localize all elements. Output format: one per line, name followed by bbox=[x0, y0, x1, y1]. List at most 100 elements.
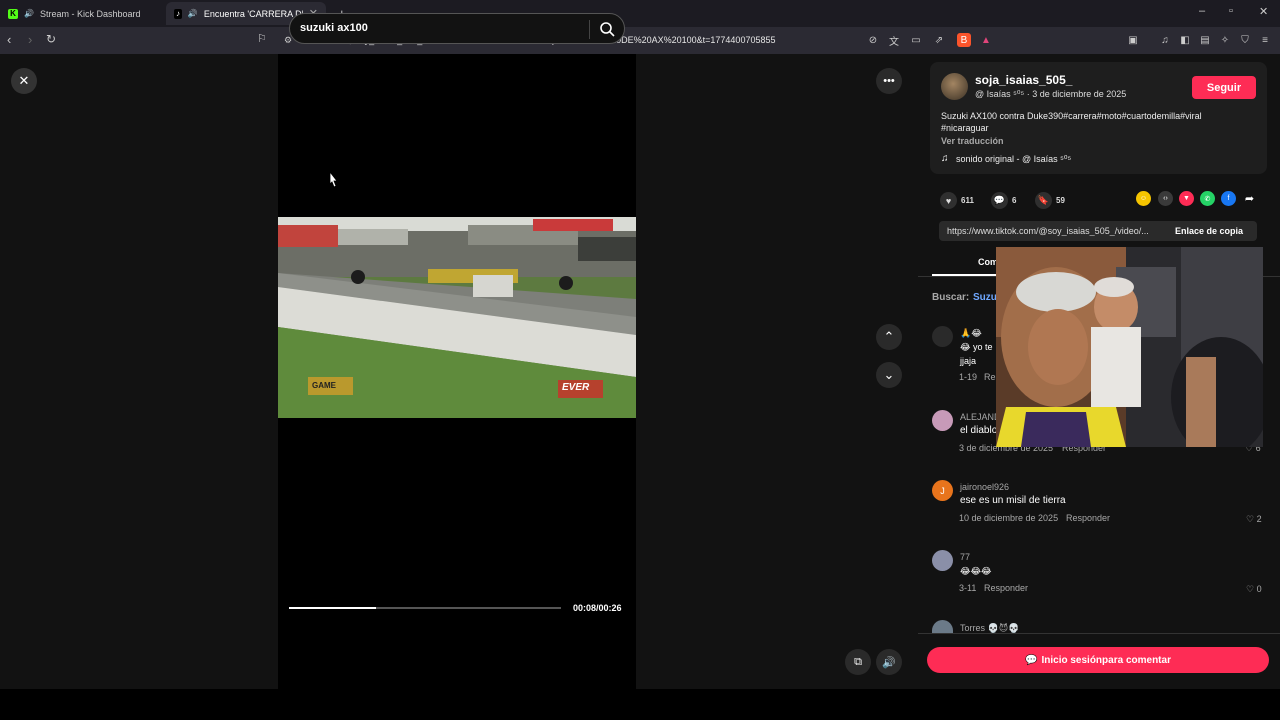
browser-tab-bar: K 🔊 Stream - Kick Dashboard ♪ 🔊 Encuentr… bbox=[0, 0, 1280, 27]
bookmark-icon[interactable]: ⚐ bbox=[257, 32, 267, 45]
embed-share-icon[interactable]: ‹› bbox=[1158, 191, 1173, 206]
search-box[interactable]: suzuki ax100 bbox=[289, 13, 625, 44]
like-count: 611 bbox=[961, 196, 974, 205]
like-stat[interactable]: ♥ 611 bbox=[940, 192, 974, 209]
menu-icon[interactable]: ≡ bbox=[1258, 33, 1272, 47]
comment-avatar[interactable]: J bbox=[932, 480, 953, 501]
bookmark-icon: 🔖 bbox=[1035, 192, 1052, 209]
search-term-link[interactable]: Suzu bbox=[973, 292, 997, 303]
leo-ai-icon[interactable]: ✧ bbox=[1218, 33, 1232, 47]
tab-comments[interactable]: Com bbox=[978, 257, 998, 267]
video-player[interactable]: GAME EVER bbox=[278, 217, 636, 418]
comment-emoji-name: 🙏😂 bbox=[960, 328, 982, 338]
brave-rewards-icon[interactable]: ▲ bbox=[979, 33, 993, 47]
address-toolbar: ‹ › ↻ ⚐ ⚙ tiktok.com/@soy_isaias_505_/vi… bbox=[0, 27, 1280, 54]
cast-icon[interactable]: ▭ bbox=[909, 33, 923, 47]
comment-avatar[interactable] bbox=[932, 410, 953, 431]
back-icon[interactable]: ‹ bbox=[7, 32, 11, 47]
reply-link[interactable]: Responder bbox=[984, 583, 1028, 593]
comment-avatar[interactable] bbox=[932, 326, 953, 347]
wallet-icon[interactable]: ▤ bbox=[1198, 33, 1212, 47]
follow-button[interactable]: Seguir bbox=[1192, 76, 1256, 99]
save-stat[interactable]: 🔖 59 bbox=[1035, 192, 1065, 209]
comment-text: 😂😂😂 bbox=[960, 566, 992, 576]
footer-divider bbox=[918, 633, 1280, 634]
more-share-icon[interactable]: ➦ bbox=[1242, 191, 1257, 206]
reply-link[interactable]: Responder bbox=[1066, 513, 1110, 523]
tab-kick-dashboard[interactable]: K 🔊 Stream - Kick Dashboard bbox=[0, 2, 163, 25]
login-label: Inicio sesiónpara comentar bbox=[1041, 654, 1171, 666]
video-time: 00:08/00:26 bbox=[573, 603, 622, 613]
more-options-icon[interactable]: ••• bbox=[876, 68, 902, 94]
music-note-icon: ♫ bbox=[941, 153, 949, 164]
kick-logo-icon: K bbox=[8, 8, 18, 19]
comment-like[interactable]: ♡ 2 bbox=[1246, 514, 1262, 525]
comment-username[interactable]: ALEJAND bbox=[960, 412, 1001, 422]
comment-date: 3-11 bbox=[959, 583, 977, 593]
comment-text-2: jjaja bbox=[960, 356, 977, 366]
split-view-icon[interactable]: ◧ bbox=[1178, 33, 1192, 47]
comment-username[interactable]: jaironoel926 bbox=[960, 482, 1009, 492]
maximize-button[interactable]: ▫ bbox=[1229, 5, 1233, 17]
search-prefix: Buscar: bbox=[932, 292, 970, 303]
speaker-icon: 🔊 bbox=[24, 9, 34, 18]
comment-count: 6 bbox=[1012, 196, 1017, 205]
comment-text: el diablo bbox=[960, 425, 998, 436]
close-window-button[interactable]: ✕ bbox=[1259, 5, 1268, 18]
facebook-share-icon[interactable]: f bbox=[1221, 191, 1236, 206]
tab-label: Stream - Kick Dashboard bbox=[39, 8, 141, 19]
search-divider bbox=[589, 20, 590, 39]
video-watermark-right: EVER bbox=[562, 382, 590, 393]
save-count: 59 bbox=[1056, 196, 1065, 205]
comment-text: 😂 yo te bbox=[960, 342, 993, 352]
comment-date: 10 de diciembre de 2025 bbox=[959, 513, 1059, 523]
speaker-icon: 🔊 bbox=[187, 9, 198, 18]
search-input[interactable]: suzuki ax100 bbox=[300, 22, 368, 34]
translate-icon[interactable]: 文 bbox=[887, 33, 901, 48]
next-video-button[interactable]: ⌄ bbox=[876, 362, 902, 388]
tab-label: Encuentra 'CARRERA DE AX 1 bbox=[203, 8, 303, 19]
comment-avatar[interactable] bbox=[932, 550, 953, 571]
author-avatar[interactable] bbox=[941, 73, 968, 100]
reader-off-icon[interactable]: ⊘ bbox=[866, 33, 880, 47]
whatsapp-share-icon[interactable]: ✆ bbox=[1200, 191, 1215, 206]
sound-link[interactable]: sonido original - @ Isaías ⁵⁰⁵ bbox=[956, 154, 1071, 165]
media-icon[interactable]: ♫ bbox=[1158, 33, 1172, 47]
forward-icon[interactable]: › bbox=[28, 32, 32, 47]
login-to-comment-button[interactable]: 💬 Inicio sesiónpara comentar bbox=[927, 647, 1269, 673]
share-page-icon[interactable]: ⇗ bbox=[932, 33, 946, 47]
tiktok-logo-icon: ♪ bbox=[174, 8, 182, 19]
comment-text: ese es un misil de tierra bbox=[960, 495, 1066, 506]
copy-link-button[interactable]: Enlace de copia bbox=[1175, 226, 1243, 236]
video-progress-fill bbox=[289, 607, 377, 609]
comment-stat[interactable]: 💬 6 bbox=[991, 192, 1016, 209]
minimize-button[interactable]: – bbox=[1199, 5, 1205, 17]
video-progress-bar[interactable] bbox=[289, 607, 561, 609]
vpn-icon[interactable]: ⛉ bbox=[1238, 33, 1252, 47]
close-video-button[interactable]: ✕ bbox=[11, 68, 37, 94]
author-handle-date: @ Isaías ⁵⁰⁵ · 3 de diciembre de 2025 bbox=[975, 89, 1127, 99]
comment-like[interactable]: ♡ 0 bbox=[1246, 584, 1262, 595]
heart-icon: ♥ bbox=[940, 192, 957, 209]
translate-link[interactable]: Ver traducción bbox=[941, 136, 1004, 146]
video-link: https://www.tiktok.com/@soy_isaias_505_/… bbox=[947, 226, 1149, 236]
comment-username[interactable]: 77 bbox=[960, 552, 970, 562]
volume-icon[interactable]: 🔊 bbox=[876, 649, 902, 675]
sidebar-panel-icon[interactable]: ▣ bbox=[1126, 33, 1140, 47]
caption-line-2: #nicaraguar bbox=[941, 123, 989, 133]
comment-bubble-icon: 💬 bbox=[1025, 654, 1038, 666]
author-username[interactable]: soja_isaias_505_ bbox=[975, 73, 1072, 87]
brave-shields-icon[interactable]: B bbox=[957, 33, 971, 47]
caption-line-1: Suzuki AX100 contra Duke390#carrera#moto… bbox=[941, 111, 1202, 121]
reload-icon[interactable]: ↻ bbox=[46, 32, 56, 46]
floating-player-icon[interactable]: ⧉ bbox=[845, 649, 871, 675]
previous-video-button[interactable]: ⌃ bbox=[876, 324, 902, 350]
webcam-image bbox=[996, 247, 1263, 447]
coin-share-icon[interactable]: ☺ bbox=[1136, 191, 1151, 206]
comment-date: 1-19 bbox=[959, 372, 978, 382]
comment-icon: 💬 bbox=[991, 192, 1008, 209]
send-share-icon[interactable]: ▼ bbox=[1179, 191, 1194, 206]
mouse-cursor-icon bbox=[329, 172, 338, 188]
copy-link-box: https://www.tiktok.com/@soy_isaias_505_/… bbox=[939, 221, 1257, 241]
search-icon[interactable] bbox=[599, 21, 615, 37]
